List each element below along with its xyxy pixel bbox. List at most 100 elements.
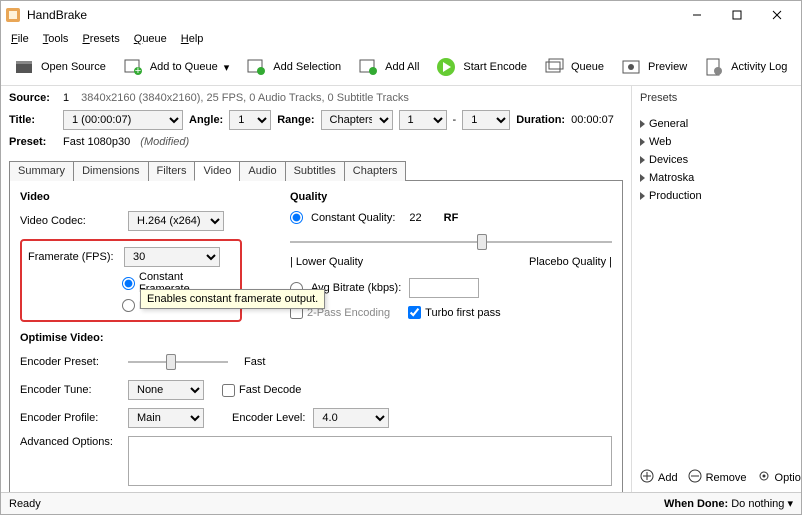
source-details: 3840x2160 (3840x2160), 25 FPS, 0 Audio T… bbox=[81, 92, 409, 104]
cq-radio[interactable] bbox=[290, 211, 303, 224]
range-mode-select[interactable]: Chapters bbox=[321, 110, 393, 130]
add-all-icon bbox=[357, 56, 379, 78]
lower-quality-label: | Lower Quality bbox=[290, 256, 363, 268]
preset-node-general[interactable]: General bbox=[640, 115, 793, 133]
range-to-select[interactable]: 1 bbox=[462, 110, 510, 130]
encoder-level-select[interactable]: 4.0 bbox=[313, 408, 389, 428]
open-source-button[interactable]: Open Source bbox=[7, 53, 112, 81]
source-label: Source: bbox=[9, 92, 57, 104]
open-source-label: Open Source bbox=[41, 61, 106, 73]
add-label: Add bbox=[658, 472, 678, 484]
quality-slider[interactable] bbox=[290, 232, 612, 252]
menu-file[interactable]: File bbox=[5, 31, 35, 47]
tab-dimensions[interactable]: Dimensions bbox=[73, 161, 148, 181]
preset-options-button[interactable]: Options bbox=[757, 469, 801, 486]
minus-icon bbox=[688, 469, 702, 486]
tab-summary[interactable]: Summary bbox=[9, 161, 74, 181]
turbo-label: Turbo first pass bbox=[425, 307, 500, 319]
film-icon bbox=[13, 56, 35, 78]
advanced-options-input[interactable] bbox=[128, 436, 612, 486]
menu-presets[interactable]: Presets bbox=[76, 31, 125, 47]
cq-label: Constant Quality: bbox=[311, 212, 395, 224]
remove-preset-button[interactable]: Remove bbox=[688, 469, 747, 486]
preset-label: General bbox=[649, 118, 688, 130]
encoder-level-label: Encoder Level: bbox=[232, 412, 305, 424]
minimize-button[interactable] bbox=[677, 1, 717, 29]
tabs: Summary Dimensions Filters Video Audio S… bbox=[9, 160, 623, 181]
fast-decode-checkbox[interactable] bbox=[222, 384, 235, 397]
fast-decode-label: Fast Decode bbox=[239, 384, 301, 396]
start-encode-button[interactable]: Start Encode bbox=[429, 53, 533, 81]
when-done-select[interactable]: Do nothing ▾ bbox=[731, 498, 793, 510]
window-title: HandBrake bbox=[27, 8, 677, 22]
range-from-select[interactable]: 1 bbox=[399, 110, 447, 130]
tab-audio[interactable]: Audio bbox=[239, 161, 285, 181]
turbo-checkbox[interactable] bbox=[408, 306, 421, 319]
triangle-icon bbox=[640, 192, 645, 200]
duration-value: 00:00:07 bbox=[571, 114, 614, 126]
preview-icon bbox=[620, 56, 642, 78]
close-button[interactable] bbox=[757, 1, 797, 29]
preset-label: Production bbox=[649, 190, 702, 202]
tab-subtitles[interactable]: Subtitles bbox=[285, 161, 345, 181]
codec-select[interactable]: H.264 (x264) bbox=[128, 211, 224, 231]
menu-bar: File Tools Presets Queue Help bbox=[1, 29, 801, 49]
status-bar: Ready When Done: Do nothing ▾ bbox=[1, 492, 801, 514]
source-index: 1 bbox=[63, 92, 69, 104]
preset-node-production[interactable]: Production bbox=[640, 187, 793, 205]
add-selection-button[interactable]: Add Selection bbox=[239, 53, 347, 81]
optimise-label: Optimise Video: bbox=[20, 332, 612, 344]
queue-button[interactable]: Queue bbox=[537, 53, 610, 81]
preset-label: Web bbox=[649, 136, 671, 148]
add-queue-icon: + bbox=[122, 56, 144, 78]
queue-label: Queue bbox=[571, 61, 604, 73]
framerate-highlight: Framerate (FPS): 30 Constant Framerate P… bbox=[20, 239, 242, 322]
video-panel: Video Video Codec: H.264 (x264) Framerat… bbox=[9, 181, 623, 492]
tab-chapters[interactable]: Chapters bbox=[344, 161, 407, 181]
encoder-profile-select[interactable]: Main bbox=[128, 408, 204, 428]
angle-select[interactable]: 1 bbox=[229, 110, 271, 130]
title-label: Title: bbox=[9, 114, 57, 126]
duration-label: Duration: bbox=[516, 114, 565, 126]
add-to-queue-button[interactable]: + Add to Queue ▾ bbox=[116, 53, 235, 81]
advanced-options-label: Advanced Options: bbox=[20, 436, 120, 448]
play-icon bbox=[435, 56, 457, 78]
add-preset-button[interactable]: Add bbox=[640, 469, 678, 486]
preview-button[interactable]: Preview bbox=[614, 53, 693, 81]
preset-node-web[interactable]: Web bbox=[640, 133, 793, 151]
encoder-tune-select[interactable]: None bbox=[128, 380, 204, 400]
cfr-radio[interactable] bbox=[122, 277, 135, 290]
status-ready: Ready bbox=[9, 498, 41, 510]
menu-help[interactable]: Help bbox=[175, 31, 210, 47]
encoder-preset-slider[interactable] bbox=[128, 352, 228, 372]
activity-log-label: Activity Log bbox=[731, 61, 787, 73]
add-all-label: Add All bbox=[385, 61, 419, 73]
presets-header: Presets bbox=[632, 86, 801, 111]
encoder-profile-label: Encoder Profile: bbox=[20, 412, 120, 424]
maximize-button[interactable] bbox=[717, 1, 757, 29]
start-encode-label: Start Encode bbox=[463, 61, 527, 73]
preset-label: Preset: bbox=[9, 136, 57, 148]
quality-section-title: Quality bbox=[290, 191, 612, 203]
menu-tools[interactable]: Tools bbox=[37, 31, 75, 47]
log-icon bbox=[703, 56, 725, 78]
menu-queue[interactable]: Queue bbox=[128, 31, 173, 47]
preview-label: Preview bbox=[648, 61, 687, 73]
remove-label: Remove bbox=[706, 472, 747, 484]
tab-filters[interactable]: Filters bbox=[148, 161, 196, 181]
range-label: Range: bbox=[277, 114, 314, 126]
preset-node-matroska[interactable]: Matroska bbox=[640, 169, 793, 187]
preset-node-devices[interactable]: Devices bbox=[640, 151, 793, 169]
fps-label: Framerate (FPS): bbox=[28, 251, 116, 263]
triangle-icon bbox=[640, 174, 645, 182]
avg-bitrate-input[interactable] bbox=[409, 278, 479, 298]
pfr-radio[interactable] bbox=[122, 299, 135, 312]
angle-label: Angle: bbox=[189, 114, 223, 126]
add-all-button[interactable]: Add All bbox=[351, 53, 425, 81]
fps-select[interactable]: 30 bbox=[124, 247, 220, 267]
main-pane: Source: 1 3840x2160 (3840x2160), 25 FPS,… bbox=[1, 86, 631, 492]
tab-video[interactable]: Video bbox=[194, 161, 240, 181]
activity-log-button[interactable]: Activity Log bbox=[697, 53, 793, 81]
title-select[interactable]: 1 (00:00:07) bbox=[63, 110, 183, 130]
cfr-tooltip: Enables constant framerate output. bbox=[140, 289, 325, 309]
